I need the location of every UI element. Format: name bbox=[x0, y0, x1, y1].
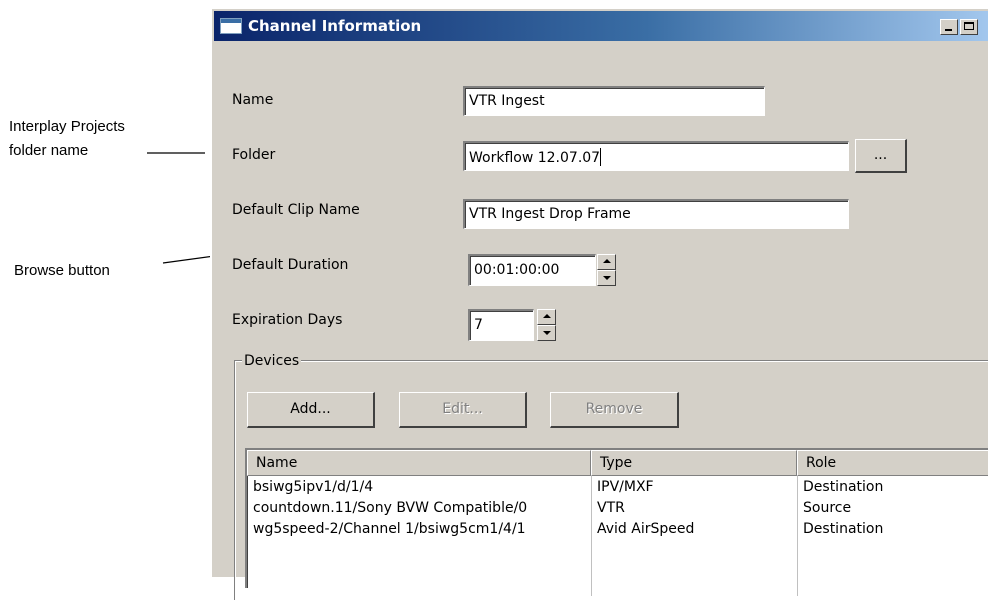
row-role: Destination bbox=[803, 521, 884, 537]
row-type: VTR bbox=[597, 500, 625, 516]
devices-group-title: Devices bbox=[242, 353, 302, 369]
expiration-down-icon[interactable] bbox=[537, 325, 556, 341]
window-icon bbox=[220, 18, 242, 34]
duration-spinner[interactable] bbox=[597, 254, 616, 286]
browse-callout: Browse button bbox=[14, 262, 110, 279]
remove-device-button[interactable]: Remove bbox=[550, 392, 679, 428]
folder-input[interactable]: Workflow 12.07.07 bbox=[463, 141, 849, 171]
folder-label: Folder bbox=[232, 147, 276, 163]
table-row[interactable]: countdown.11/Sony BVW Compatible/0 VTR S… bbox=[247, 498, 988, 519]
edit-device-button[interactable]: Edit... bbox=[399, 392, 527, 428]
minimize-icon[interactable] bbox=[940, 19, 958, 35]
add-device-button[interactable]: Add... bbox=[247, 392, 375, 428]
folder-callout-line2: folder name bbox=[9, 142, 89, 159]
default-duration-input[interactable]: 00:01:00:00 bbox=[468, 254, 596, 286]
name-input[interactable]: VTR Ingest bbox=[463, 86, 765, 116]
default-clip-name-input[interactable]: VTR Ingest Drop Frame bbox=[463, 199, 849, 229]
folder-callout-line1: Interplay Projects bbox=[9, 118, 125, 135]
expiration-spinner[interactable] bbox=[537, 309, 556, 341]
window-title: Channel Information bbox=[248, 17, 422, 35]
default-clip-name-label: Default Clip Name bbox=[232, 202, 360, 218]
text-caret bbox=[600, 148, 602, 166]
row-type: Avid AirSpeed bbox=[597, 521, 695, 537]
duration-up-icon[interactable] bbox=[597, 254, 616, 270]
expiration-days-input[interactable]: 7 bbox=[468, 309, 534, 341]
row-role: Source bbox=[803, 500, 852, 516]
row-name: countdown.11/Sony BVW Compatible/0 bbox=[253, 500, 528, 516]
expiration-days-label: Expiration Days bbox=[232, 312, 343, 328]
column-header-type[interactable]: Type bbox=[591, 450, 797, 476]
column-header-name[interactable]: Name bbox=[247, 450, 591, 476]
duration-down-icon[interactable] bbox=[597, 270, 616, 286]
expiration-up-icon[interactable] bbox=[537, 309, 556, 325]
browse-button[interactable]: ... bbox=[855, 139, 907, 173]
devices-list[interactable]: Name Type Role bsiwg5ipv1/d/1/4 IPV/MXF … bbox=[245, 448, 988, 596]
name-label: Name bbox=[232, 92, 274, 108]
row-type: IPV/MXF bbox=[597, 479, 654, 495]
table-row[interactable]: bsiwg5ipv1/d/1/4 IPV/MXF Destination bbox=[247, 477, 988, 498]
row-name: wg5speed-2/Channel 1/bsiwg5cm1/4/1 bbox=[253, 521, 526, 537]
default-duration-label: Default Duration bbox=[232, 257, 349, 273]
title-bar[interactable]: Channel Information bbox=[214, 11, 988, 41]
row-name: bsiwg5ipv1/d/1/4 bbox=[253, 479, 374, 495]
table-row[interactable]: wg5speed-2/Channel 1/bsiwg5cm1/4/1 Avid … bbox=[247, 519, 988, 540]
folder-input-value: Workflow 12.07.07 bbox=[469, 150, 601, 166]
channel-information-window: Channel Information Name VTR Ingest Fold… bbox=[210, 7, 988, 600]
maximize-icon[interactable] bbox=[960, 19, 978, 35]
row-role: Destination bbox=[803, 479, 884, 495]
column-header-role[interactable]: Role bbox=[797, 450, 988, 476]
